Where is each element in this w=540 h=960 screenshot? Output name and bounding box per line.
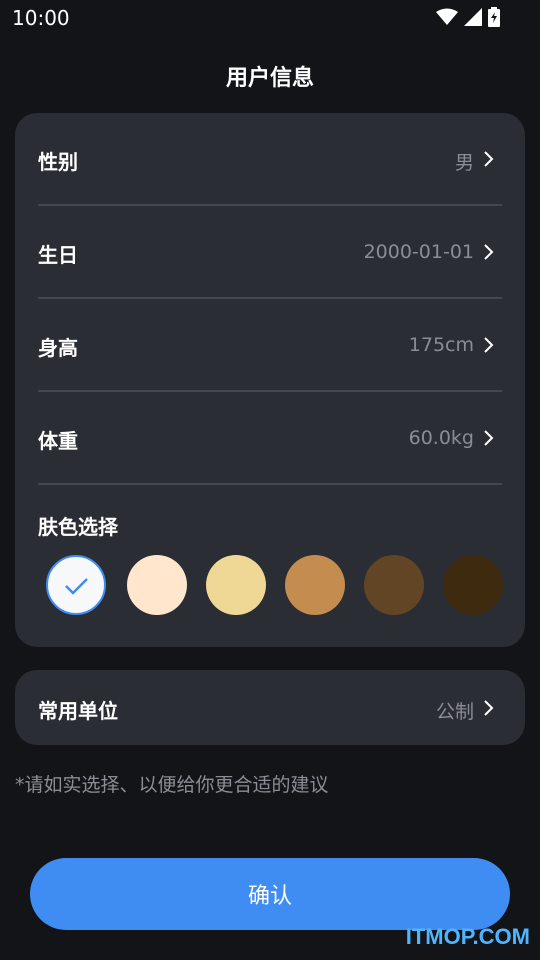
- birthday-value: 2000-01-01: [363, 241, 474, 263]
- height-value: 175cm: [408, 334, 474, 356]
- chevron-right-icon: [484, 337, 494, 353]
- height-label: 身高: [38, 336, 78, 360]
- status-time: 10:00: [12, 6, 70, 30]
- chevron-right-icon: [484, 151, 494, 167]
- row-unit[interactable]: 常用单位 公制: [38, 670, 502, 745]
- battery-icon: [488, 7, 500, 27]
- status-icons: [436, 7, 500, 27]
- unit-card[interactable]: 常用单位 公制: [15, 670, 525, 745]
- page-title: 用户信息: [225, 66, 314, 91]
- skin-color-swatch-3[interactable]: [206, 555, 266, 615]
- skin-color-swatch-4[interactable]: [285, 555, 345, 615]
- weight-label: 体重: [38, 429, 78, 453]
- status-bar: 10:00: [0, 0, 540, 36]
- confirm-button[interactable]: 确认: [30, 858, 510, 930]
- gender-label: 性别: [38, 150, 78, 174]
- divider: [38, 483, 502, 485]
- row-weight[interactable]: 体重 60.0kg: [38, 392, 502, 485]
- weight-value: 60.0kg: [408, 427, 474, 449]
- row-gender[interactable]: 性别 男: [38, 113, 502, 206]
- skin-color-swatch-5[interactable]: [364, 555, 424, 615]
- unit-value: 公制: [435, 701, 474, 723]
- gender-value: 男: [454, 152, 474, 174]
- chevron-right-icon: [484, 700, 494, 716]
- wifi-icon: [436, 8, 458, 25]
- row-height[interactable]: 身高 175cm: [38, 299, 502, 392]
- birthday-label: 生日: [38, 243, 78, 267]
- chevron-right-icon: [484, 244, 494, 260]
- skin-color-swatch-6[interactable]: [443, 555, 503, 615]
- skin-color-title: 肤色选择: [38, 515, 118, 539]
- check-icon: [65, 578, 88, 595]
- chevron-right-icon: [484, 430, 494, 446]
- profile-card: 性别 男 生日 2000-01-01 身高 175cm 体重 60.0kg 肤色…: [15, 113, 525, 647]
- skin-color-swatch-1[interactable]: [46, 555, 106, 615]
- watermark: ITMOP.COM: [405, 924, 530, 949]
- hint-text: *请如实选择、以便给你更合适的建议: [15, 774, 329, 796]
- row-birthday[interactable]: 生日 2000-01-01: [38, 206, 502, 299]
- skin-color-swatch-2[interactable]: [127, 555, 187, 615]
- cellular-signal-icon: [464, 8, 482, 26]
- unit-label: 常用单位: [38, 699, 118, 723]
